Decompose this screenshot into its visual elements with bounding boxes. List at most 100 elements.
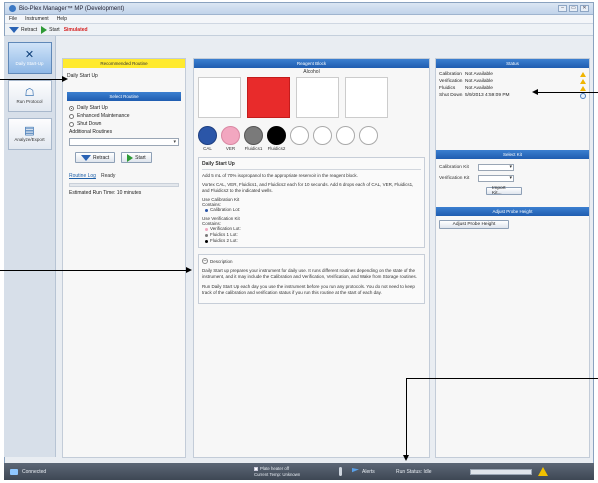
routine-option-enhanced-maintenance[interactable]: Enhanced Maintenance [63, 112, 185, 120]
callout-line [0, 79, 62, 80]
empty-well [359, 126, 378, 145]
instructions-step-1: Add 5 mL of 70% isopropanol to the appro… [202, 173, 358, 178]
routine-option-shut-down[interactable]: Shut Down [63, 120, 185, 128]
fluidics2-dot-icon [205, 239, 208, 243]
alerts-label[interactable]: Alerts [362, 469, 396, 475]
warning-icon [538, 467, 548, 476]
close-button[interactable]: ✕ [580, 5, 589, 12]
status-row-verification: Verification Not Available [439, 78, 586, 85]
status-key: Verification [439, 79, 463, 84]
reservoir-well [345, 77, 388, 118]
routine-status: Ready [100, 173, 116, 179]
ver-label: VER [225, 146, 236, 151]
callout-line [406, 378, 407, 456]
nav-label: Analyze/Export [14, 137, 45, 142]
import-kit-button[interactable]: Import Kit... [486, 186, 522, 196]
checkbox[interactable] [254, 466, 258, 471]
status-row-shut-down: Shut Down 5/9/2013 4:59:09 PM [439, 92, 586, 99]
instructions-box: Daily Start Up Add 5 mL of 70% isopropan… [198, 157, 425, 248]
warning-icon [580, 86, 586, 91]
connection-status: Connected [22, 468, 47, 475]
status-panel: Status Calibration Not Available Verific… [435, 58, 590, 458]
reservoir-row [194, 75, 429, 120]
calibration-kit-row: Calibration Kit [436, 162, 589, 173]
reservoir-well [296, 77, 339, 118]
toolbar-start-button[interactable]: Start [41, 25, 60, 34]
alcohol-reservoir [247, 77, 290, 118]
reservoir-well [198, 77, 241, 118]
routine-log-link[interactable]: Routine Log [69, 173, 96, 179]
fluidics1-well [244, 126, 263, 145]
start-button[interactable]: Start [121, 152, 152, 163]
radio-button[interactable] [69, 121, 74, 127]
ver-well [221, 126, 240, 145]
additional-routines-label: Additional Routines [69, 129, 113, 135]
warning-icon [580, 72, 586, 77]
menu-file[interactable]: File [9, 16, 17, 22]
routines-panel: Recommended Routine Daily Start Up Selec… [62, 58, 186, 458]
calibration-kit-select[interactable] [478, 164, 514, 171]
app-icon [9, 5, 16, 12]
run-progress-bar [470, 468, 532, 475]
instructions-title: Daily Start Up [202, 161, 421, 170]
window-title: Bio-Plex Manager™ MP (Development) [19, 5, 125, 12]
reagent-well-row [194, 120, 429, 145]
play-icon [127, 153, 134, 162]
retract-button[interactable]: Retract [75, 152, 116, 163]
callout-arrowhead [62, 76, 68, 82]
alcohol-label: Alcohol [303, 69, 320, 75]
menu-instrument[interactable]: Instrument [25, 16, 49, 22]
play-icon [41, 25, 48, 34]
radio-button[interactable] [69, 105, 74, 111]
maximize-button[interactable]: ▭ [569, 5, 578, 12]
description-paragraph-2: Run Daily Start Up each day you use the … [202, 284, 415, 295]
toolbar-start-label: Start [49, 26, 60, 33]
status-value: Not Available [465, 86, 493, 91]
fluidics1-dot-icon [205, 233, 208, 237]
nav-daily-start-up[interactable]: ✕ Daily Start-Up [7, 42, 52, 74]
routine-option-daily-start-up[interactable]: Daily Start Up [63, 104, 185, 112]
nav-label: Daily Start-Up [15, 61, 44, 66]
nav-run-protocol[interactable]: ☖ Run Protocol [7, 80, 52, 112]
connection-icon [10, 468, 18, 475]
cal-dot-icon [205, 208, 208, 212]
toolbar-retract-button[interactable]: Retract [9, 26, 38, 33]
plate-heater-toggle[interactable]: Plate heater off [254, 466, 329, 471]
toolbar: Retract Start Simulated [5, 24, 593, 36]
status-value: Not Available [465, 79, 493, 84]
minimize-button[interactable]: – [558, 5, 567, 12]
callout-line [406, 378, 598, 379]
status-header: Status [436, 59, 589, 68]
adjust-probe-header: Adjust Probe Height [436, 207, 589, 216]
collapse-icon[interactable]: – [202, 258, 208, 264]
verification-kit-select[interactable] [478, 175, 514, 182]
clock-icon [580, 92, 586, 99]
alert-flag-icon[interactable] [352, 468, 359, 473]
current-temp: Current Temp: Unknown [254, 472, 301, 477]
left-navigation: ✕ Daily Start-Up ☖ Run Protocol ▤ Analyz… [4, 36, 56, 457]
additional-routines-select[interactable] [69, 138, 179, 146]
nav-analyze-export[interactable]: ▤ Analyze/Export [7, 118, 52, 150]
run-status: Run Status: Idle [396, 468, 432, 475]
recommended-routine-header: Recommended Routine [63, 59, 185, 68]
callout-line [0, 270, 186, 271]
callout-arrowhead [403, 455, 409, 461]
warning-icon [580, 79, 586, 84]
select-routine-header: Select Routine [67, 92, 181, 101]
callout-arrowhead [186, 267, 192, 273]
toolbar-retract-label: Retract [21, 26, 38, 33]
empty-well [290, 126, 309, 145]
status-key: Calibration [439, 72, 462, 77]
kit-item: Fluidics 2 Lot: [202, 238, 421, 244]
radio-button[interactable] [69, 113, 74, 119]
adjust-probe-height-button[interactable]: Adjust Probe Height [439, 220, 509, 229]
menu-help[interactable]: Help [57, 16, 67, 22]
select-kit-header: Select Kit [436, 150, 589, 159]
cal-label: CAL [203, 146, 212, 151]
description-box: – Description Daily Start up prepares yo… [198, 254, 425, 304]
kit-item-label: Fluidics 2 Lot: [210, 238, 238, 243]
description-paragraph-1: Daily Start up prepares your instrument … [202, 268, 417, 279]
status-row-calibration: Calibration Not Available [439, 71, 586, 78]
routine-option-label: Shut Down [77, 121, 102, 127]
verification-kit-label: Verification Kit [439, 176, 470, 181]
